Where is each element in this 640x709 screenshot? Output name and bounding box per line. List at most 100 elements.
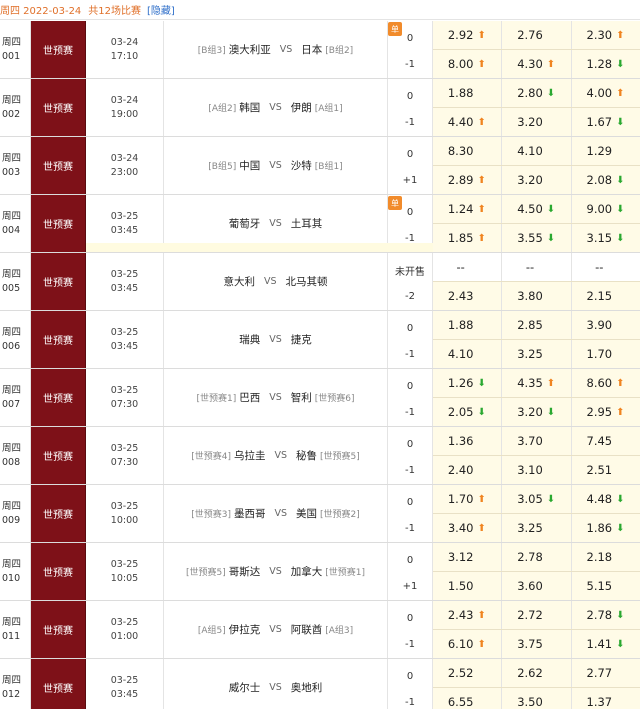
odds-cell[interactable]: 6.10 ⬆ [433,630,503,658]
home-team[interactable]: 葡萄牙 [229,216,261,231]
home-team[interactable]: 巴西 [239,390,260,405]
away-team[interactable]: 阿联酋 [291,622,323,637]
odds-cell[interactable]: 3.10 [502,456,572,484]
odds-cell[interactable]: 2.40 [433,456,503,484]
odds-cell[interactable]: 4.10 [502,137,572,165]
odds-cell[interactable]: 1.28 ⬇ [572,50,640,78]
match-row[interactable]: 周四 011 世预赛 03-25 01:00 [A组5] 伊拉克 VS 阿联酋 [A组3] 0 -1 2… [0,601,640,659]
league-badge[interactable]: 世预赛 [31,195,86,252]
odds-cell[interactable]: 1.70 ⬆ [433,485,503,513]
home-team[interactable]: 威尔士 [229,680,261,695]
odds-cell[interactable]: 2.72 [502,601,572,629]
odds-cell[interactable]: 4.10 [433,340,503,368]
odds-cell[interactable]: 4.50 ⬇ [502,195,572,223]
league-badge[interactable]: 世预赛 [31,79,86,136]
league-badge[interactable]: 世预赛 [31,369,86,426]
odds-cell[interactable]: 3.20 [502,108,572,136]
league-badge[interactable]: 世预赛 [31,21,86,78]
away-team[interactable]: 加拿大 [291,564,323,579]
match-row[interactable]: 周四 003 世预赛 03-24 23:00 [B组5] 中国 VS 沙特 [B组1] 0 +1 8.3… [0,137,640,195]
home-team[interactable]: 中国 [239,158,260,173]
odds-cell[interactable]: 2.77 [572,659,640,687]
odds-cell[interactable]: 3.50 [502,688,572,709]
odds-cell[interactable]: 1.70 [572,340,640,368]
league-badge[interactable]: 世预赛 [31,253,86,310]
home-team[interactable]: 伊拉克 [229,622,261,637]
odds-cell[interactable]: 1.88 [433,311,503,339]
odds-cell[interactable]: 8.60 ⬆ [572,369,640,397]
odds-cell[interactable]: 9.00 ⬇ [572,195,640,223]
odds-cell[interactable]: 2.92 ⬆ [433,21,503,49]
odds-cell[interactable]: 4.40 ⬆ [433,108,503,136]
odds-cell[interactable]: 2.80 ⬇ [502,79,572,107]
odds-cell[interactable]: 2.43 ⬆ [433,601,503,629]
away-team[interactable]: 伊朗 [291,100,312,115]
odds-cell[interactable]: 3.25 [502,514,572,542]
odds-cell[interactable]: 3.25 [502,340,572,368]
home-team[interactable]: 意大利 [223,274,255,289]
odds-cell[interactable]: 1.37 [572,688,640,709]
odds-cell[interactable]: 3.20 [502,166,572,194]
odds-cell[interactable]: 2.85 [502,311,572,339]
odds-cell[interactable]: 3.75 [502,630,572,658]
odds-cell[interactable]: 4.48 ⬇ [572,485,640,513]
odds-cell[interactable]: 2.51 [572,456,640,484]
odds-cell[interactable]: 2.78 [502,543,572,571]
odds-cell[interactable]: 3.60 [502,572,572,600]
odds-cell[interactable]: 3.40 ⬆ [433,514,503,542]
odds-cell[interactable]: 2.78 ⬇ [572,601,640,629]
odds-cell[interactable]: 1.86 ⬇ [572,514,640,542]
league-badge[interactable]: 世预赛 [31,485,86,542]
away-team[interactable]: 智利 [291,390,312,405]
hide-link[interactable]: [隐藏] [147,2,175,17]
odds-cell[interactable]: 1.36 [433,427,503,455]
home-team[interactable]: 乌拉圭 [234,448,266,463]
league-badge[interactable]: 世预赛 [31,601,86,658]
match-row[interactable]: 周四 012 世预赛 03-25 03:45 威尔士 VS 奥地利 0 -1 2.52 2.62 2.7… [0,659,640,709]
away-team[interactable]: 北马其顿 [286,274,328,289]
odds-cell[interactable]: 3.12 [433,543,503,571]
odds-cell[interactable]: 3.80 [502,282,572,310]
odds-cell[interactable]: 2.52 [433,659,503,687]
odds-cell[interactable]: 5.15 [572,572,640,600]
odds-cell[interactable]: 3.20 ⬇ [502,398,572,426]
odds-cell[interactable]: 2.05 ⬇ [433,398,503,426]
odds-cell[interactable]: 4.00 ⬆ [572,79,640,107]
odds-cell[interactable]: 3.55 ⬇ [502,224,572,252]
odds-cell[interactable]: 2.43 [433,282,503,310]
odds-cell[interactable]: 3.90 [572,311,640,339]
odds-cell[interactable]: 1.29 [572,137,640,165]
odds-cell[interactable]: 8.30 [433,137,503,165]
league-badge[interactable]: 世预赛 [31,659,86,709]
odds-cell[interactable]: 2.89 ⬆ [433,166,503,194]
odds-cell[interactable]: 1.26 ⬇ [433,369,503,397]
match-row[interactable]: 周四 005 世预赛 03-25 03:45 意大利 VS 北马其顿 未开售 -2 -- -- -- 2.… [0,253,640,311]
odds-cell[interactable]: 1.24 ⬆ [433,195,503,223]
league-badge[interactable]: 世预赛 [31,311,86,368]
odds-cell[interactable]: 2.18 [572,543,640,571]
home-team[interactable]: 澳大利亚 [229,42,271,57]
odds-cell[interactable]: 2.62 [502,659,572,687]
match-row[interactable]: 周四 001 世预赛 03-24 17:10 [B组3] 澳大利亚 VS 日本 [B组2] 单 0 -1… [0,21,640,79]
odds-cell[interactable]: 3.15 ⬇ [572,224,640,252]
home-team[interactable]: 瑞典 [239,332,260,347]
odds-cell[interactable]: 7.45 [572,427,640,455]
away-team[interactable]: 沙特 [291,158,312,173]
odds-cell[interactable]: 2.95 ⬆ [572,398,640,426]
away-team[interactable]: 日本 [301,42,322,57]
odds-cell[interactable]: -- [433,253,503,281]
odds-cell[interactable]: 8.00 ⬆ [433,50,503,78]
odds-cell[interactable]: 2.08 ⬇ [572,166,640,194]
match-row[interactable]: 周四 006 世预赛 03-25 03:45 瑞典 VS 捷克 0 -1 1.88 2.85 3.90 4… [0,311,640,369]
league-badge[interactable]: 世预赛 [31,427,86,484]
odds-cell[interactable]: -- [502,253,572,281]
odds-cell[interactable]: 2.15 [572,282,640,310]
home-team[interactable]: 墨西哥 [234,506,266,521]
odds-cell[interactable]: 4.30 ⬆ [502,50,572,78]
odds-cell[interactable]: 1.88 [433,79,503,107]
match-row[interactable]: 周四 007 世预赛 03-25 07:30 [世预赛1] 巴西 VS 智利 [世预赛6] 0 -1 1… [0,369,640,427]
odds-cell[interactable]: 1.85 ⬆ [433,224,503,252]
odds-cell[interactable]: 1.67 ⬇ [572,108,640,136]
away-team[interactable]: 土耳其 [291,216,323,231]
match-row[interactable]: 周四 002 世预赛 03-24 19:00 [A组2] 韩国 VS 伊朗 [A组1] 0 -1 1.8… [0,79,640,137]
